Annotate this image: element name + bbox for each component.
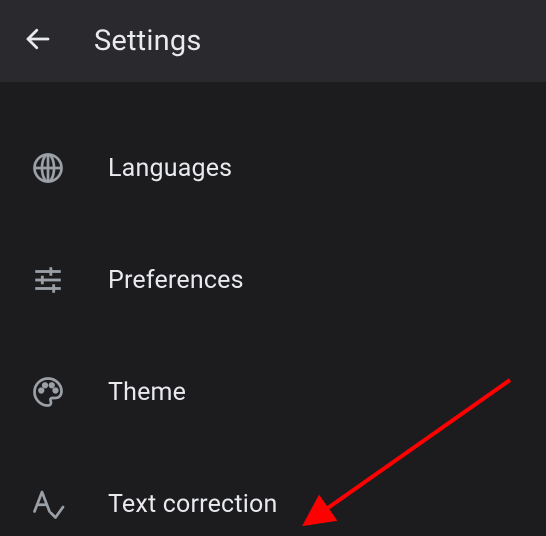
back-button[interactable] xyxy=(18,21,58,61)
settings-item-preferences[interactable]: Preferences xyxy=(0,224,546,336)
settings-item-label: Theme xyxy=(108,378,186,407)
settings-list: Languages Preferences Theme xyxy=(0,82,546,536)
arrow-left-icon xyxy=(23,24,53,58)
settings-item-label: Text correction xyxy=(108,490,277,519)
page-title: Settings xyxy=(94,24,202,58)
app-header: Settings xyxy=(0,0,546,82)
settings-item-languages[interactable]: Languages xyxy=(0,112,546,224)
sliders-icon xyxy=(28,260,68,300)
palette-icon xyxy=(28,372,68,412)
text-check-icon xyxy=(28,484,68,524)
settings-item-text-correction[interactable]: Text correction xyxy=(0,448,546,536)
settings-item-label: Preferences xyxy=(108,266,244,295)
settings-item-label: Languages xyxy=(108,154,232,183)
globe-icon xyxy=(28,148,68,188)
settings-item-theme[interactable]: Theme xyxy=(0,336,546,448)
